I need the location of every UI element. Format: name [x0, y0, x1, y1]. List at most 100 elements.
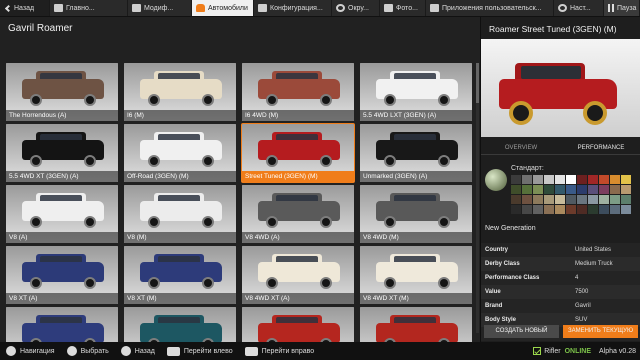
paint-swatch[interactable] — [566, 185, 576, 194]
paint-swatch[interactable] — [566, 195, 576, 204]
vehicle-tile[interactable]: I6 (M) — [124, 63, 236, 121]
paint-swatch[interactable] — [610, 205, 620, 214]
paint-swatch[interactable] — [599, 205, 609, 214]
paint-swatch[interactable] — [544, 195, 554, 204]
tab-configuration[interactable]: Конфигурация... — [254, 0, 332, 16]
vehicle-tile[interactable]: V8 XT (M) — [124, 246, 236, 304]
wheel-icon — [266, 216, 278, 228]
tab-user-apps[interactable]: Приложения пользовательск... — [426, 0, 554, 16]
pause-button[interactable]: Пауза — [604, 0, 640, 16]
vehicle-tile[interactable]: 5.5 4WD LXT (3GEN) (A) — [360, 63, 472, 121]
wheel-icon — [320, 277, 332, 289]
vehicle-list-panel: Gavril Roamer The Horrendous (A) I6 (M) I6… — [0, 17, 480, 360]
details-tabs: OVERVIEW PERFORMANCE — [481, 141, 640, 155]
paint-swatch[interactable] — [621, 175, 631, 184]
vehicle-tile-label: 5.5 4WD XT (3GEN) (A) — [6, 171, 118, 182]
paint-swatch[interactable] — [566, 175, 576, 184]
vehicle-tile-label: V8 (M) — [124, 232, 236, 243]
paint-swatch[interactable] — [577, 185, 587, 194]
paint-swatch[interactable] — [588, 195, 598, 204]
vehicle-tile[interactable]: V8 XT (A) — [6, 246, 118, 304]
hint-navigate: Навигация — [6, 346, 55, 356]
scrollbar-thumb[interactable] — [476, 63, 479, 103]
paint-swatch[interactable] — [511, 195, 521, 204]
paint-preview-icon — [485, 169, 507, 191]
paint-swatch[interactable] — [555, 175, 565, 184]
paint-swatch[interactable] — [599, 195, 609, 204]
paint-swatch[interactable] — [566, 205, 576, 214]
wheel-icon — [148, 277, 160, 289]
paint-swatch[interactable] — [621, 195, 631, 204]
paint-swatch[interactable] — [588, 175, 598, 184]
tab-environment[interactable]: Окру... — [332, 0, 380, 16]
paint-swatch[interactable] — [522, 185, 532, 194]
tab-back[interactable]: Назад — [0, 0, 50, 16]
vehicle-tile-label: I6 4WD (M) — [242, 110, 354, 121]
vehicle-tile[interactable]: V8 4WD XT (M) — [360, 246, 472, 304]
wheel-icon — [320, 155, 332, 167]
paint-swatch[interactable] — [588, 205, 598, 214]
wheel-icon — [30, 94, 42, 106]
wheel-icon — [438, 94, 450, 106]
paint-swatch[interactable] — [544, 175, 554, 184]
vehicle-tile-label: V8 XT (M) — [124, 293, 236, 304]
vehicle-list-scrollbar[interactable] — [476, 63, 479, 333]
hint-go-left: Перейти влево — [166, 346, 233, 356]
vehicle-tile[interactable]: I6 4WD (M) — [242, 63, 354, 121]
paint-swatch[interactable] — [544, 185, 554, 194]
replace-current-button[interactable]: ЗАМЕНИТЬ ТЕКУЩУЮ — [563, 325, 638, 338]
paint-swatch[interactable] — [610, 175, 620, 184]
vehicle-tile[interactable]: V8 4WD XT (A) — [242, 246, 354, 304]
vehicle-tile-label: Unmarked (3GEN) (A) — [360, 171, 472, 182]
paint-swatch[interactable] — [533, 205, 543, 214]
paint-swatch[interactable] — [588, 185, 598, 194]
paint-swatch[interactable] — [511, 175, 521, 184]
paint-swatch[interactable] — [533, 185, 543, 194]
paint-swatch[interactable] — [533, 195, 543, 204]
spec-row: Derby Class Medium Truck — [481, 257, 640, 271]
tab-settings[interactable]: Наст... — [554, 0, 604, 16]
tab-mods[interactable]: Модиф... — [128, 0, 192, 16]
vehicle-tile[interactable]: V8 (A) — [6, 185, 118, 243]
vehicle-tile[interactable]: V8 4WD (M) — [360, 185, 472, 243]
paint-swatch[interactable] — [599, 185, 609, 194]
tab-label: Назад — [14, 4, 35, 12]
paint-swatch[interactable] — [610, 185, 620, 194]
tab-vehicles[interactable]: Автомобили — [192, 0, 254, 16]
paint-swatch[interactable] — [577, 205, 587, 214]
tab-performance[interactable]: PERFORMANCE — [561, 141, 640, 154]
lb-button-icon — [166, 346, 180, 356]
tab-photo[interactable]: Фото... — [380, 0, 426, 16]
paint-swatch[interactable] — [555, 185, 565, 194]
paint-swatch[interactable] — [511, 185, 521, 194]
paint-swatch[interactable] — [555, 195, 565, 204]
vehicle-tile[interactable]: V8 4WD (A) — [242, 185, 354, 243]
vehicle-tile[interactable]: Street Tuned (3GEN) (M) — [241, 123, 355, 183]
paint-swatch[interactable] — [610, 195, 620, 204]
vehicle-tile[interactable]: Off-Road (3GEN) (M) — [124, 124, 236, 182]
hint-back: Назад — [120, 346, 155, 356]
paint-swatch[interactable] — [522, 175, 532, 184]
vehicle-tile[interactable]: The Horrendous (A) — [6, 63, 118, 121]
paint-swatch[interactable] — [621, 185, 631, 194]
vehicle-tile[interactable]: V8 (M) — [124, 185, 236, 243]
paint-swatch[interactable] — [511, 205, 521, 214]
preview-wheel-rear — [583, 101, 607, 125]
tab-main-menu[interactable]: Главно... — [50, 0, 128, 16]
paint-swatch[interactable] — [599, 175, 609, 184]
wheel-icon — [266, 94, 278, 106]
paint-swatch[interactable] — [555, 205, 565, 214]
paint-swatch[interactable] — [522, 205, 532, 214]
paint-swatch[interactable] — [533, 175, 543, 184]
apps-icon — [430, 4, 439, 12]
paint-swatch[interactable] — [544, 205, 554, 214]
tab-overview[interactable]: OVERVIEW — [481, 141, 561, 154]
paint-swatch[interactable] — [577, 195, 587, 204]
paint-swatch[interactable] — [577, 175, 587, 184]
vehicle-tile[interactable]: 5.5 4WD XT (3GEN) (A) — [6, 124, 118, 182]
paint-swatch[interactable] — [522, 195, 532, 204]
paint-swatch[interactable] — [621, 205, 631, 214]
vehicle-tile[interactable]: Unmarked (3GEN) (A) — [360, 124, 472, 182]
create-new-button[interactable]: СОЗДАТЬ НОВЫЙ — [484, 325, 559, 338]
spec-key: Brand — [485, 303, 503, 309]
